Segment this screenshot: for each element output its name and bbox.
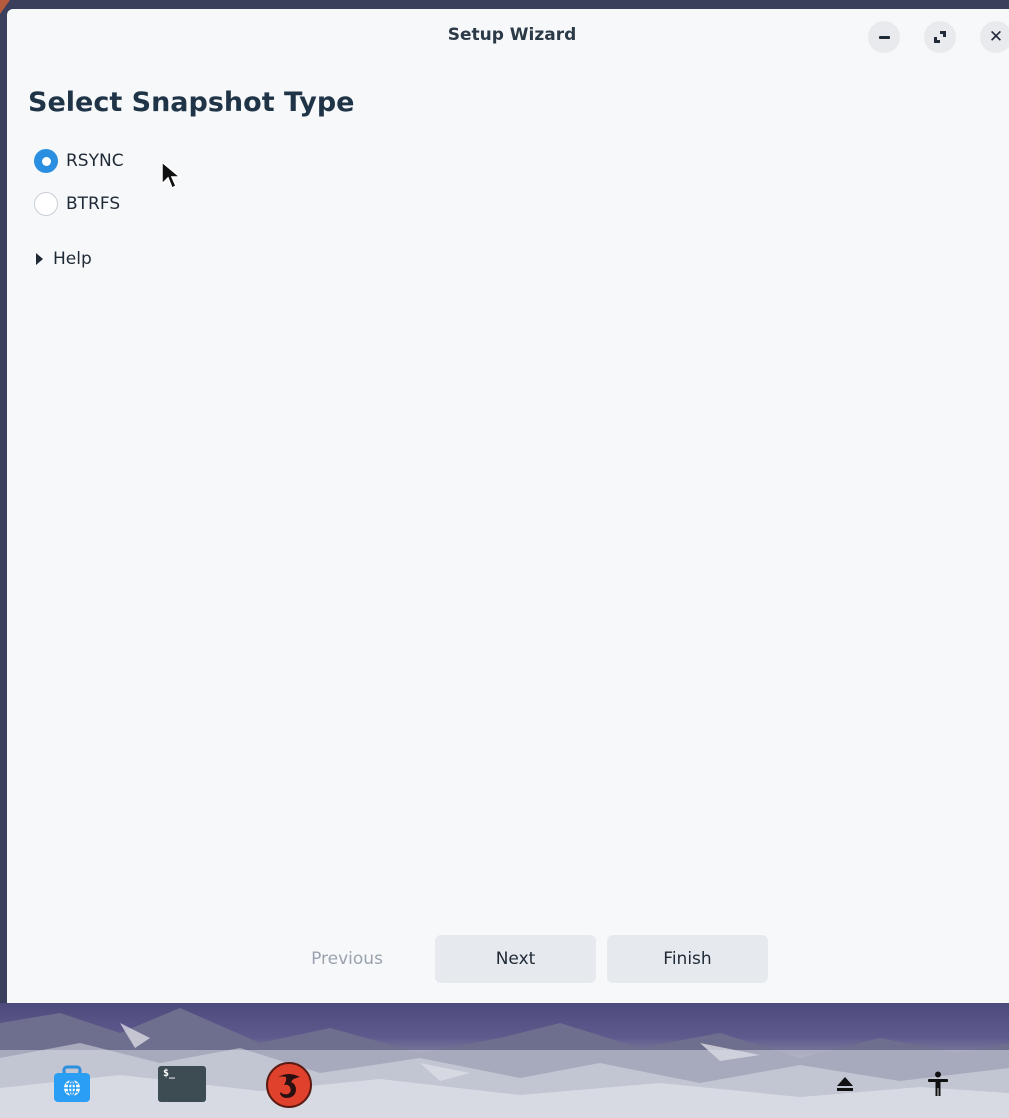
minimize-icon [878, 35, 890, 39]
terminal-icon: $_ [158, 1066, 206, 1102]
expander-arrow-icon [36, 253, 43, 265]
eject-icon [837, 1077, 853, 1091]
titlebar[interactable]: Setup Wizard ✕ [7, 9, 1009, 61]
radio-button-unchecked[interactable] [34, 192, 58, 216]
terminal-prompt: $_ [163, 1068, 176, 1079]
previous-button[interactable]: Previous [267, 935, 427, 983]
desktop-screen: Setup Wizard ✕ Select Snapshot Type RSYN… [0, 0, 1009, 1118]
dock-accessibility-button[interactable] [926, 1064, 950, 1104]
next-button[interactable]: Next [435, 935, 596, 983]
help-expander[interactable]: Help [36, 249, 92, 269]
setup-wizard-window: Setup Wizard ✕ Select Snapshot Type RSYN… [7, 9, 1009, 1003]
close-icon: ✕ [988, 26, 1004, 47]
maximize-button[interactable] [924, 21, 956, 53]
dock-timeshift-launcher[interactable] [266, 1062, 312, 1108]
radio-label-rsync: RSYNC [66, 151, 124, 171]
radio-label-btrfs: BTRFS [66, 194, 121, 214]
dock-browser-launcher[interactable] [52, 1064, 92, 1104]
accessibility-icon [928, 1071, 948, 1096]
dock-eject-button[interactable] [834, 1064, 856, 1104]
help-label: Help [53, 249, 92, 269]
dock-terminal-launcher[interactable]: $_ [158, 1064, 206, 1104]
close-button[interactable]: ✕ [980, 21, 1009, 53]
finish-button[interactable]: Finish [607, 935, 768, 983]
window-title: Setup Wizard [447, 25, 577, 45]
page-title: Select Snapshot Type [28, 87, 355, 118]
radio-option-rsync[interactable]: RSYNC [34, 149, 124, 173]
radio-button-checked[interactable] [34, 149, 58, 173]
corner-accent [0, 0, 10, 14]
minimize-button[interactable] [868, 21, 900, 53]
dock-panel: $_ [0, 1050, 1009, 1118]
radio-option-btrfs[interactable]: BTRFS [34, 192, 120, 216]
maximize-icon [934, 31, 946, 43]
timeshift-icon [266, 1062, 312, 1108]
browser-store-icon [54, 1065, 90, 1102]
